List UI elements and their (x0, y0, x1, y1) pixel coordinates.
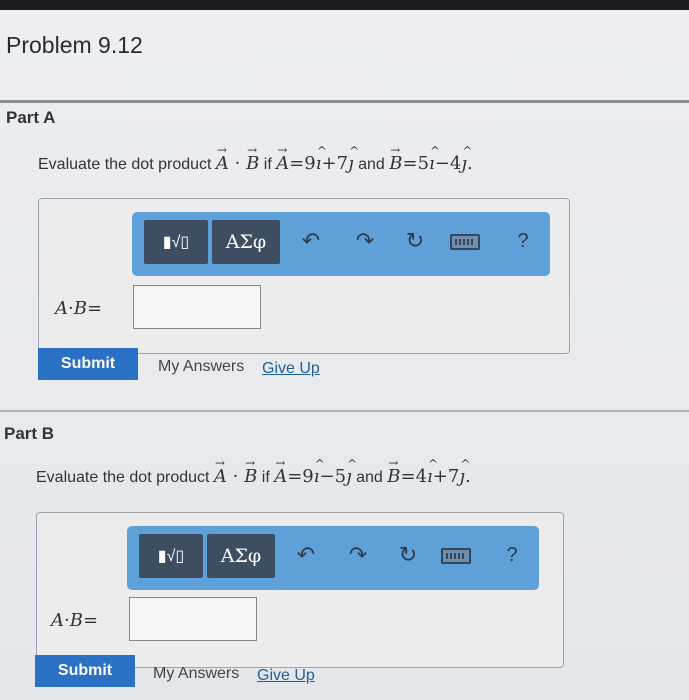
part-divider (0, 410, 689, 412)
problem-page: Problem 9.12 Part A Evaluate the dot pro… (0, 10, 689, 700)
symbols-button[interactable]: ΑΣφ (207, 534, 275, 578)
part-a-equation-toolbar: ▮√▯ ΑΣφ ↶ ↷ ↻ ? (132, 212, 550, 276)
b-coeff-i: 4 (415, 466, 428, 487)
part-b-answer-box: ▮√▯ ΑΣφ ↶ ↷ ↻ ? A·B= (36, 512, 564, 668)
part-b-give-up-link[interactable]: Give Up (257, 667, 315, 685)
part-a-label: Part A (6, 108, 56, 127)
question-if: if (257, 469, 275, 486)
b-coeff-i: 5 (417, 153, 430, 174)
header-divider (0, 100, 689, 103)
templates-button[interactable]: ▮√▯ (139, 534, 203, 578)
a-coeff-j: 7 (336, 153, 349, 174)
reset-icon[interactable]: ↻ (393, 540, 423, 570)
part-b-my-answers-link[interactable]: My Answers (153, 665, 239, 683)
keyboard-icon[interactable] (441, 548, 471, 564)
part-a-give-up-link[interactable]: Give Up (262, 360, 320, 378)
answer-label: A·B= (51, 610, 99, 631)
question-and: and (351, 469, 388, 486)
reset-icon[interactable]: ↻ (400, 226, 430, 256)
redo-icon[interactable]: ↷ (350, 226, 380, 256)
part-b-question: Evaluate the dot product A · B if A=9ı−5… (36, 456, 471, 487)
help-icon[interactable]: ? (497, 540, 527, 570)
a-coeff-i: 9 (302, 466, 314, 487)
problem-title: Problem 9.12 (6, 32, 143, 58)
question-if: if (259, 156, 277, 173)
b-coeff-j: 4 (449, 153, 462, 174)
question-and: and (353, 156, 390, 173)
question-prefix: Evaluate the dot product (38, 156, 216, 173)
symbols-button[interactable]: ΑΣφ (212, 220, 280, 264)
a-coeff-j: 5 (334, 466, 347, 487)
part-b-equation-toolbar: ▮√▯ ΑΣφ ↶ ↷ ↻ ? (127, 526, 539, 590)
a-coeff-i: 9 (304, 153, 316, 174)
question-prefix: Evaluate the dot product (36, 469, 214, 486)
redo-icon[interactable]: ↷ (343, 540, 373, 570)
templates-button[interactable]: ▮√▯ (144, 220, 208, 264)
undo-icon[interactable]: ↶ (291, 540, 321, 570)
part-b-submit-button[interactable]: Submit (35, 655, 135, 687)
part-a-my-answers-link[interactable]: My Answers (158, 358, 244, 376)
top-bar (0, 0, 689, 10)
part-a-question: Evaluate the dot product A · B if A=9ı+7… (38, 143, 473, 174)
keyboard-icon[interactable] (450, 234, 480, 250)
answer-label: A·B= (55, 298, 103, 319)
b-coeff-j: 7 (447, 466, 460, 487)
part-a-submit-button[interactable]: Submit (38, 348, 138, 380)
undo-icon[interactable]: ↶ (296, 226, 326, 256)
part-a-answer-input[interactable] (133, 285, 261, 329)
help-icon[interactable]: ? (508, 226, 538, 256)
part-a-answer-box: ▮√▯ ΑΣφ ↶ ↷ ↻ ? A·B= (38, 198, 570, 354)
part-b-answer-input[interactable] (129, 597, 257, 641)
part-b-label: Part B (4, 424, 55, 443)
